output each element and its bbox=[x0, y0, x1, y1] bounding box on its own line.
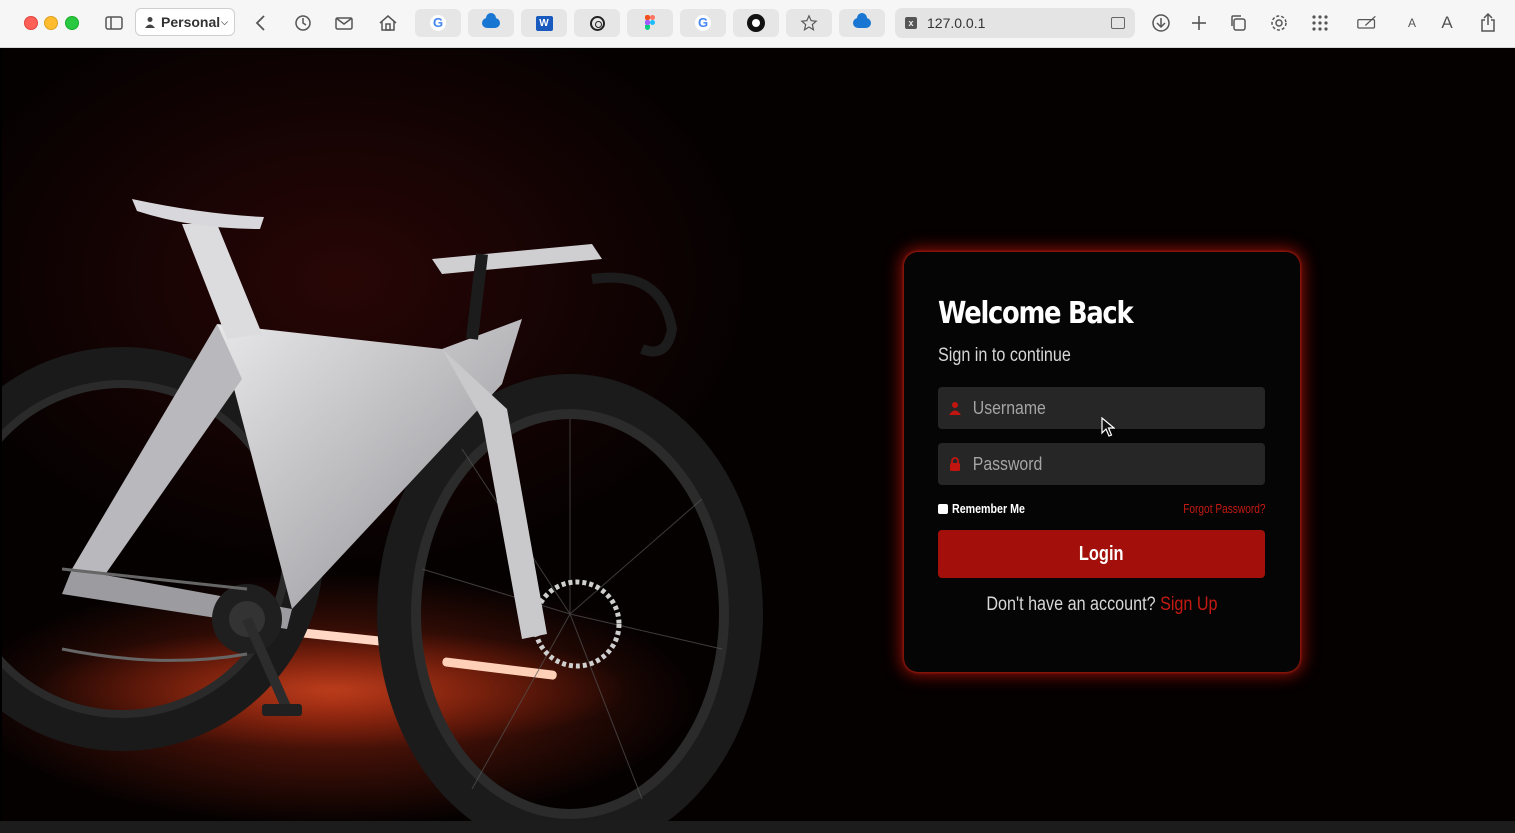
address-bar[interactable]: x 127.0.0.1 bbox=[895, 8, 1135, 38]
password-field[interactable] bbox=[938, 443, 1265, 485]
site-favicon-icon: x bbox=[905, 17, 917, 29]
username-input[interactable] bbox=[971, 396, 1221, 420]
page-title: Welcome Back bbox=[938, 296, 1134, 331]
user-icon bbox=[949, 402, 961, 415]
profile-label: Personal bbox=[161, 14, 221, 30]
history-icon[interactable] bbox=[290, 10, 316, 36]
text-smaller-button[interactable]: A bbox=[1399, 10, 1425, 36]
favorite-onedrive-icon[interactable] bbox=[839, 9, 885, 37]
new-tab-icon[interactable] bbox=[1186, 10, 1212, 36]
browser-toolbar: Personal ⌵ G W G x 127.0.0.1 A A bbox=[0, 0, 1515, 48]
address-url: 127.0.0.1 bbox=[927, 15, 986, 31]
download-icon[interactable] bbox=[1148, 10, 1174, 36]
bicycle-image bbox=[2, 199, 763, 821]
favorite-word-icon[interactable]: W bbox=[521, 9, 567, 37]
favorite-google-icon[interactable]: G bbox=[680, 9, 726, 37]
chevron-down-icon: ⌵ bbox=[221, 16, 228, 27]
markup-icon[interactable] bbox=[1352, 10, 1382, 36]
back-icon[interactable] bbox=[248, 10, 274, 36]
signup-link[interactable]: Sign Up bbox=[1160, 594, 1217, 615]
login-card: Welcome Back Sign in to continue Remembe… bbox=[904, 252, 1300, 672]
forgot-password-link[interactable]: Forgot Password? bbox=[1183, 501, 1265, 516]
window-bottom-edge bbox=[0, 821, 1515, 833]
profile-button[interactable]: Personal ⌵ bbox=[135, 8, 235, 36]
lock-icon bbox=[950, 457, 960, 471]
mouse-cursor-icon bbox=[1101, 417, 1115, 437]
login-button-label: Login bbox=[1079, 542, 1124, 565]
reader-mode-icon[interactable] bbox=[1111, 17, 1125, 29]
page-content: Welcome Back Sign in to continue Remembe… bbox=[2, 49, 1515, 821]
home-icon[interactable] bbox=[375, 10, 401, 36]
favorite-onedrive-icon[interactable] bbox=[468, 9, 514, 37]
favorite-google-icon[interactable]: G bbox=[415, 9, 461, 37]
gear-icon[interactable] bbox=[1266, 10, 1292, 36]
mail-icon[interactable] bbox=[331, 10, 357, 36]
remember-me-label[interactable]: Remember Me bbox=[952, 501, 1025, 516]
zoom-window-button[interactable] bbox=[65, 16, 79, 30]
share-icon[interactable] bbox=[1475, 10, 1501, 36]
password-input[interactable] bbox=[971, 452, 1221, 476]
favorite-openai-icon[interactable] bbox=[574, 9, 620, 37]
favorite-star-icon[interactable] bbox=[786, 9, 832, 37]
sidebar-icon[interactable] bbox=[101, 10, 127, 36]
close-window-button[interactable] bbox=[24, 16, 38, 30]
minimize-window-button[interactable] bbox=[44, 16, 58, 30]
signup-prompt: Don't have an account? bbox=[985, 594, 1156, 615]
remember-me-checkbox[interactable] bbox=[938, 503, 948, 514]
text-larger-button[interactable]: A bbox=[1434, 10, 1460, 36]
person-icon bbox=[145, 17, 155, 28]
login-options: Remember Me Forgot Password? bbox=[938, 501, 1265, 516]
signup-row: Don't have an account? Sign Up bbox=[938, 594, 1265, 616]
page-subtitle: Sign in to continue bbox=[938, 345, 1071, 366]
tabs-overview-icon[interactable] bbox=[1225, 10, 1251, 36]
favorite-figma-icon[interactable] bbox=[627, 9, 673, 37]
login-button[interactable]: Login bbox=[938, 530, 1265, 578]
apps-grid-icon[interactable] bbox=[1307, 10, 1333, 36]
favorite-github-icon[interactable] bbox=[733, 9, 779, 37]
